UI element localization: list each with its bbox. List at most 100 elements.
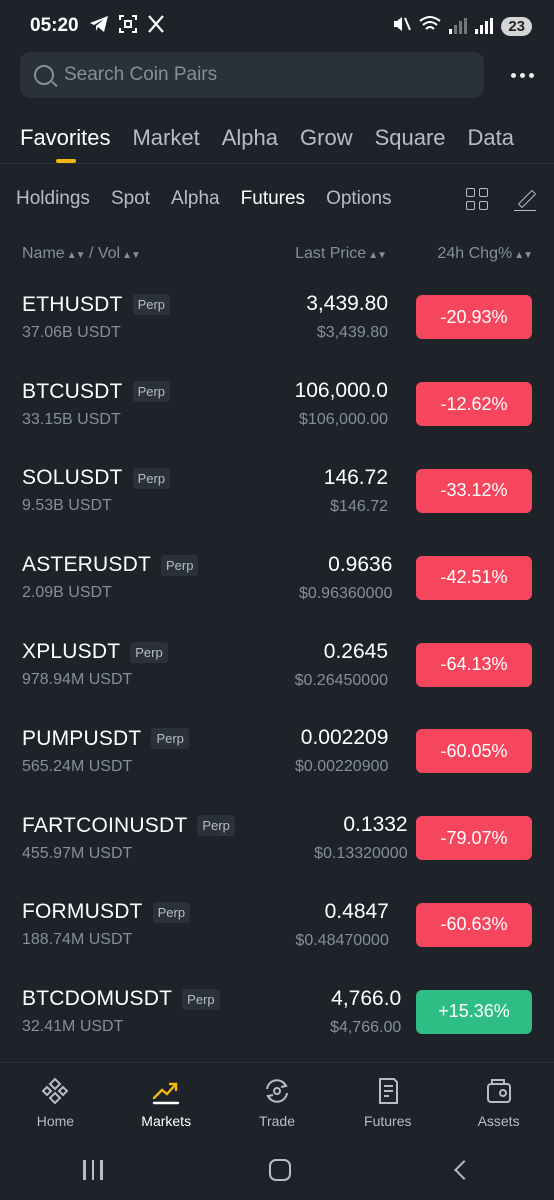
change-badge[interactable]: +15.36% bbox=[416, 989, 532, 1034]
fiat-price: $3,439.80 bbox=[316, 324, 388, 342]
back-icon[interactable] bbox=[453, 1160, 474, 1180]
table-row[interactable]: XPLUSDT Perp 978.94M USDT 0.2645 $0.264500… bbox=[0, 621, 554, 708]
sub-tabs: Holdings Spot Alpha Futures Options bbox=[0, 164, 554, 234]
perp-badge: Perp bbox=[132, 381, 171, 403]
pair-volume: 2.09B USDT bbox=[22, 584, 112, 602]
pair-volume: 978.94M USDT bbox=[22, 671, 133, 689]
change-badge[interactable]: -60.63% bbox=[416, 902, 532, 947]
perp-badge: Perp bbox=[197, 815, 235, 837]
subtab-options[interactable]: Options bbox=[326, 188, 391, 210]
sort-by-price[interactable]: Last Price bbox=[295, 245, 366, 262]
trade-swap-icon bbox=[261, 1075, 293, 1107]
search-input[interactable] bbox=[64, 64, 484, 86]
mute-icon bbox=[391, 15, 412, 37]
change-badge[interactable]: -12.62% bbox=[416, 382, 532, 427]
fiat-price: $0.96360000 bbox=[298, 584, 393, 602]
table-row[interactable]: ETHUSDT Perp 37.06B USDT 3,439.80 $3,439.8… bbox=[0, 274, 554, 361]
last-price: 0.4847 bbox=[324, 899, 389, 923]
tab-alpha[interactable]: Alpha bbox=[222, 98, 278, 163]
subtab-futures[interactable]: Futures bbox=[241, 188, 305, 210]
table-row[interactable]: PUMPUSDT Perp 565.24M USDT 0.002209 $0.002… bbox=[0, 708, 554, 795]
perp-badge: Perp bbox=[160, 554, 199, 576]
table-row[interactable]: FORMUSDT Perp 188.74M USDT 0.4847 $0.48470… bbox=[0, 882, 554, 969]
change-badge[interactable]: -64.13% bbox=[416, 642, 532, 687]
last-price: 0.2645 bbox=[323, 639, 388, 663]
perp-badge: Perp bbox=[151, 728, 189, 750]
wifi-icon bbox=[419, 15, 441, 37]
pair-volume: 33.15B USDT bbox=[22, 410, 121, 428]
nav-label: Assets bbox=[477, 1112, 520, 1129]
nav-markets[interactable]: Markets bbox=[116, 1075, 216, 1129]
perp-badge: Perp bbox=[132, 294, 171, 316]
signal-strength-icon bbox=[449, 18, 468, 34]
nav-label: Futures bbox=[364, 1112, 412, 1129]
fiat-price: $0.48470000 bbox=[295, 931, 389, 949]
more-options-icon[interactable] bbox=[484, 72, 534, 78]
change-badge[interactable]: -20.93% bbox=[416, 295, 532, 340]
perp-badge: Perp bbox=[130, 641, 168, 663]
futures-list: ETHUSDT Perp 37.06B USDT 3,439.80 $3,439.8… bbox=[0, 274, 554, 1055]
nav-label: Markets bbox=[141, 1112, 192, 1129]
edit-icon[interactable] bbox=[514, 187, 538, 211]
subtab-alpha[interactable]: Alpha bbox=[171, 188, 220, 210]
last-price: 0.9636 bbox=[328, 552, 393, 576]
table-row[interactable]: FARTCOINUSDT Perp 455.97M USDT 0.1332 $0.1… bbox=[0, 795, 554, 882]
table-row[interactable]: BTCUSDT Perp 33.15B USDT 106,000.0 $106,00… bbox=[0, 361, 554, 448]
nav-label: Trade bbox=[258, 1112, 296, 1129]
bottom-nav: Home Markets Trade Futures Assets bbox=[0, 1062, 554, 1140]
pair-symbol: SOLUSDT bbox=[22, 466, 123, 490]
table-row[interactable]: BTCDOMUSDT Perp 32.41M USDT 4,766.0 $4,766… bbox=[0, 968, 554, 1055]
sort-by-change[interactable]: 24h Chg% bbox=[437, 245, 512, 262]
change-badge[interactable]: -60.05% bbox=[416, 729, 532, 774]
wallet-icon bbox=[483, 1075, 515, 1107]
change-badge[interactable]: -33.12% bbox=[416, 468, 532, 513]
system-nav-bar bbox=[0, 1140, 554, 1200]
fiat-price: $146.72 bbox=[330, 497, 388, 515]
last-price: 4,766.0 bbox=[331, 986, 402, 1010]
fiat-price: $0.00220900 bbox=[294, 758, 389, 776]
sort-icon: ▲▼ bbox=[368, 250, 387, 261]
table-row[interactable]: SOLUSDT Perp 9.53B USDT 146.72 $146.72 -33… bbox=[0, 448, 554, 535]
last-price: 106,000.0 bbox=[294, 379, 388, 403]
subtab-spot[interactable]: Spot bbox=[111, 188, 150, 210]
nav-home[interactable]: Home bbox=[5, 1075, 105, 1129]
sort-icon: ▲▼ bbox=[122, 250, 141, 261]
search-box[interactable] bbox=[20, 52, 484, 98]
recent-apps-icon[interactable] bbox=[83, 1160, 103, 1180]
binance-logo-icon bbox=[39, 1075, 71, 1107]
pair-symbol: BTCDOMUSDT bbox=[22, 987, 173, 1011]
tab-market[interactable]: Market bbox=[132, 98, 199, 163]
nav-trade[interactable]: Trade bbox=[227, 1075, 327, 1129]
fiat-price: $106,000.00 bbox=[299, 411, 388, 429]
tab-data[interactable]: Data bbox=[468, 98, 514, 163]
last-price: 0.002209 bbox=[300, 726, 389, 750]
nav-futures[interactable]: Futures bbox=[338, 1075, 438, 1129]
change-badge[interactable]: -42.51% bbox=[416, 555, 532, 600]
search-row bbox=[0, 52, 554, 98]
sort-icon: ▲▼ bbox=[514, 250, 533, 261]
pair-volume: 565.24M USDT bbox=[22, 757, 133, 775]
subtab-holdings[interactable]: Holdings bbox=[16, 188, 90, 210]
tab-square[interactable]: Square bbox=[375, 98, 446, 163]
nav-assets[interactable]: Assets bbox=[449, 1075, 549, 1129]
fiat-price: $4,766.00 bbox=[330, 1018, 402, 1036]
column-header: Name ▲▼ / Vol ▲▼ Last Price ▲▼ 24h Chg% ▲▼ bbox=[0, 234, 554, 274]
pair-volume: 32.41M USDT bbox=[22, 1018, 124, 1036]
pair-volume: 9.53B USDT bbox=[22, 497, 112, 515]
pair-symbol: FORMUSDT bbox=[22, 900, 143, 924]
scan-icon bbox=[118, 14, 137, 38]
grid-view-icon[interactable] bbox=[466, 188, 488, 210]
home-button-icon[interactable] bbox=[268, 1159, 291, 1181]
signal-strength-icon bbox=[475, 18, 494, 34]
battery-level: 23 bbox=[501, 16, 532, 36]
sort-by-name[interactable]: Name bbox=[22, 245, 65, 262]
table-row[interactable]: ASTERUSDT Perp 2.09B USDT 0.9636 $0.963600… bbox=[0, 534, 554, 621]
tab-favorites[interactable]: Favorites bbox=[20, 98, 110, 163]
change-badge[interactable]: -79.07% bbox=[416, 816, 532, 861]
pair-symbol: FARTCOINUSDT bbox=[22, 813, 188, 837]
sort-by-vol[interactable]: / Vol bbox=[89, 245, 120, 262]
tab-grow[interactable]: Grow bbox=[300, 98, 353, 163]
pair-symbol: ETHUSDT bbox=[22, 292, 123, 316]
fiat-price: $0.13320000 bbox=[314, 845, 408, 863]
pair-volume: 455.97M USDT bbox=[22, 844, 133, 862]
